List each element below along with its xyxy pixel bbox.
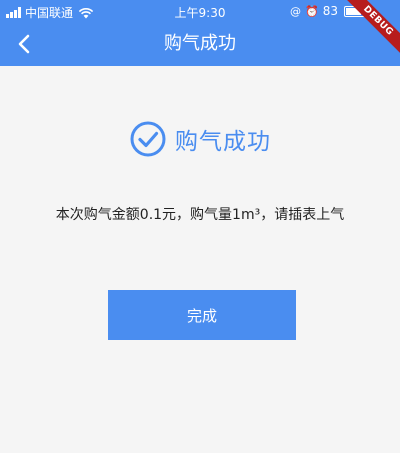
result-message: 本次购气金额0.1元，购气量1m³，请插表上气	[55, 207, 345, 223]
result-title: 购气成功	[175, 129, 271, 155]
battery-percent: 83	[322, 4, 338, 18]
result-header: 购气成功	[0, 120, 400, 158]
nav-bar: 购气成功	[0, 22, 400, 66]
done-button[interactable]: 完成	[108, 290, 296, 340]
alarm-icon: ⏰	[305, 4, 319, 18]
rotation-lock-icon: @	[290, 4, 302, 18]
success-check-icon	[130, 121, 166, 157]
page-title: 购气成功	[164, 33, 236, 54]
status-bar: 中国联通 上午9:30 @ ⏰ 83	[0, 0, 400, 22]
screen: 中国联通 上午9:30 @ ⏰ 83 DEBUG 购气成功 购气成功 本次购气金…	[0, 0, 400, 453]
